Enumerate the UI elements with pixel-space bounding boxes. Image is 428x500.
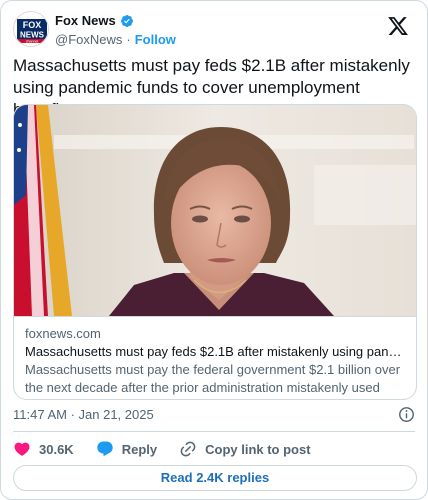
separator-dot: ·: [126, 32, 131, 47]
copy-link-button[interactable]: Copy link to post: [179, 440, 311, 458]
author-display-name[interactable]: Fox News: [55, 13, 116, 28]
author-handle[interactable]: @FoxNews: [55, 32, 122, 47]
like-count: 30.6K: [39, 441, 74, 457]
post-timestamp[interactable]: 11:47 AM · Jan 21, 2025: [13, 406, 154, 424]
avatar[interactable]: FOX NEWS channel: [13, 11, 49, 47]
copy-link-label: Copy link to post: [205, 441, 311, 457]
reply-label: Reply: [121, 441, 158, 457]
verified-badge-icon: [120, 14, 133, 27]
post-header: FOX NEWS channel Fox News @FoxNews · Fol…: [13, 11, 415, 47]
article-photo: [14, 105, 416, 316]
link-preview-card[interactable]: foxnews.com Massachusetts must pay feds …: [13, 104, 417, 400]
link-icon: [180, 441, 196, 457]
like-button[interactable]: 30.6K: [13, 440, 74, 458]
link-description: Massachusetts must pay the federal gover…: [25, 362, 401, 395]
info-icon[interactable]: [398, 406, 415, 423]
logo-text-channel: channel: [26, 40, 39, 44]
link-preview-image: [14, 105, 416, 316]
post-actions: 30.6K Reply Copy link to post: [13, 439, 333, 459]
fox-news-logo: FOX NEWS channel: [14, 12, 48, 46]
logo-text-fox: FOX: [23, 20, 42, 30]
follow-button[interactable]: Follow: [135, 32, 176, 47]
divider: [13, 431, 415, 432]
read-replies-button[interactable]: Read 2.4K replies: [13, 465, 417, 491]
author-block: Fox News @FoxNews · Follow: [55, 12, 176, 48]
heart-icon: [14, 442, 30, 456]
link-domain: foxnews.com: [25, 326, 101, 341]
logo-text-news: NEWS: [20, 31, 45, 40]
x-logo-icon[interactable]: [387, 15, 409, 37]
speech-bubble-icon: [97, 441, 113, 457]
link-title: Massachusetts must pay feds $2.1B after …: [25, 344, 407, 359]
link-preview-meta: foxnews.com Massachusetts must pay feds …: [14, 316, 416, 399]
embedded-post-card: FOX NEWS channel Fox News @FoxNews · Fol…: [0, 0, 428, 500]
reply-button[interactable]: Reply: [96, 440, 157, 458]
